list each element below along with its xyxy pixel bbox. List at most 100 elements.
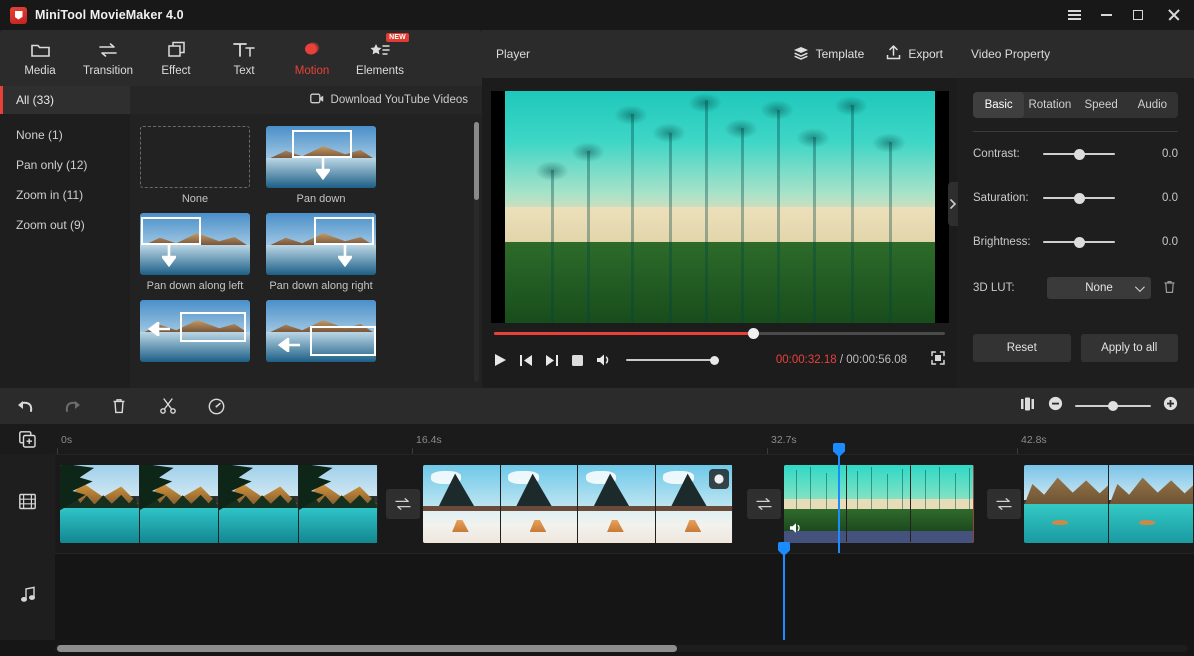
motion-cell-pan-down[interactable]: Pan down [266,126,376,205]
add-track-icon[interactable] [0,424,55,454]
transition-marker[interactable] [987,489,1021,519]
undo-icon[interactable] [16,399,64,413]
arrow-left-icon [146,322,170,341]
audio-track-header[interactable] [0,554,55,640]
tab-rotation[interactable]: Rotation [1024,92,1075,118]
category-item-zoom-out[interactable]: Zoom out (9) [0,210,130,240]
timeline-zoom-slider[interactable] [1075,405,1151,408]
stop-icon[interactable] [571,354,584,367]
motion-cell-none[interactable]: None [140,126,250,205]
template-button[interactable]: Template [793,46,865,63]
playhead[interactable] [838,455,840,553]
panel-collapse-handle[interactable] [948,182,958,226]
timeline-zoom-handle[interactable] [1108,401,1118,411]
timeline-scrollbar[interactable] [57,645,677,652]
previous-frame-icon[interactable] [519,354,533,367]
lut-select[interactable]: None [1047,277,1151,299]
motion-thumb-pan-down-right[interactable] [266,213,376,275]
motion-label-pan-down-left: Pan down along left [140,280,250,292]
motion-cell-pan-down-right[interactable]: Pan down along right [266,213,376,292]
clip-mountain-lake[interactable] [60,465,378,543]
lut-delete-icon[interactable] [1163,280,1176,297]
speed-gauge-icon[interactable] [208,398,256,415]
category-item-zoom-in[interactable]: Zoom in (11) [0,180,130,210]
transition-marker[interactable] [386,489,420,519]
motion-thumb-pan-down-left[interactable] [140,213,250,275]
ribbon-item-elements[interactable]: NEW Elements [346,32,414,84]
clip-canyon-lake[interactable] [1024,465,1194,543]
motion-cell-pan-down-left[interactable]: Pan down along left [140,213,250,292]
ribbon-item-effect[interactable]: Effect [142,32,210,84]
record-badge-icon[interactable] [709,469,729,489]
motion-label-none: None [140,193,250,205]
property-buttons: Reset Apply to all [973,334,1178,362]
playhead-audio[interactable] [783,554,785,640]
contrast-handle[interactable] [1074,149,1085,160]
motion-thumb-pan-down[interactable] [266,126,376,188]
video-track-body[interactable] [55,454,1194,554]
ribbon-item-text[interactable]: Text [210,32,278,84]
progress-track[interactable] [494,332,945,335]
volume-handle[interactable] [710,356,719,365]
split-scissors-icon[interactable] [160,398,208,414]
transition-marker[interactable] [747,489,781,519]
brightness-handle[interactable] [1074,237,1085,248]
layers-icon [793,46,809,63]
clip-audio-icon[interactable] [789,521,803,539]
ruler-scale[interactable]: 0s 16.4s 32.7s 42.8s [55,424,1194,454]
ribbon-item-media[interactable]: Media [6,32,74,84]
export-label: Export [908,47,943,61]
reset-button[interactable]: Reset [973,334,1071,362]
tab-basic[interactable]: Basic [973,92,1024,118]
saturation-value: 0.0 [1162,192,1178,204]
download-youtube-videos-button[interactable]: Download YouTube Videos [130,86,482,114]
ribbon-label-transition: Transition [83,65,133,77]
motion-thumb-none[interactable] [140,126,250,188]
export-button[interactable]: Export [886,45,943,63]
play-icon[interactable] [494,353,507,367]
motion-thumb-pan-left-low[interactable] [266,300,376,362]
motion-grid-scrollbar[interactable] [474,122,479,200]
maximize-icon[interactable] [1122,0,1154,30]
redo-icon[interactable] [64,399,112,413]
library-body: None (1) Pan only (12) Zoom in (11) Zoom… [0,114,482,388]
minimize-icon[interactable] [1090,0,1122,30]
tab-speed[interactable]: Speed [1076,92,1127,118]
category-selected[interactable]: All (33) [0,86,130,114]
category-item-pan-only[interactable]: Pan only (12) [0,150,130,180]
tab-audio[interactable]: Audio [1127,92,1178,118]
brightness-slider[interactable] [1043,241,1115,244]
close-icon[interactable] [1154,0,1194,30]
video-track-header[interactable] [0,454,55,554]
fullscreen-icon[interactable] [931,351,945,370]
playback-progress[interactable] [494,326,945,340]
saturation-slider[interactable] [1043,197,1115,200]
zoom-in-icon[interactable] [1163,396,1178,416]
clip-island-beach[interactable] [423,465,733,543]
menu-icon[interactable] [1058,0,1090,30]
motion-label-pan-down: Pan down [266,193,376,205]
split-view-icon[interactable] [1020,397,1036,416]
motion-frame-indicator [141,217,201,245]
volume-icon[interactable] [596,353,612,367]
video-preview[interactable] [491,91,949,323]
category-item-none[interactable]: None (1) [0,120,130,150]
next-frame-icon[interactable] [545,354,559,367]
ribbon-item-motion[interactable]: Motion [278,32,346,84]
motion-thumb-pan-left[interactable] [140,300,250,362]
apply-to-all-button[interactable]: Apply to all [1081,334,1179,362]
clip-palm-beach[interactable] [784,465,974,543]
motion-frame-indicator [314,217,374,245]
audio-track-body[interactable] [55,554,1194,640]
delete-icon[interactable] [112,398,160,414]
progress-handle[interactable] [748,328,759,339]
volume-slider[interactable] [626,359,718,362]
motion-cell-pan-left-low[interactable] [266,300,376,362]
download-youtube-videos-label: Download YouTube Videos [331,94,468,106]
contrast-slider[interactable] [1043,153,1115,156]
motion-cell-pan-left[interactable] [140,300,250,362]
letterbox-right [935,91,949,323]
saturation-handle[interactable] [1074,193,1085,204]
ribbon-item-transition[interactable]: Transition [74,32,142,84]
zoom-out-icon[interactable] [1048,396,1063,416]
